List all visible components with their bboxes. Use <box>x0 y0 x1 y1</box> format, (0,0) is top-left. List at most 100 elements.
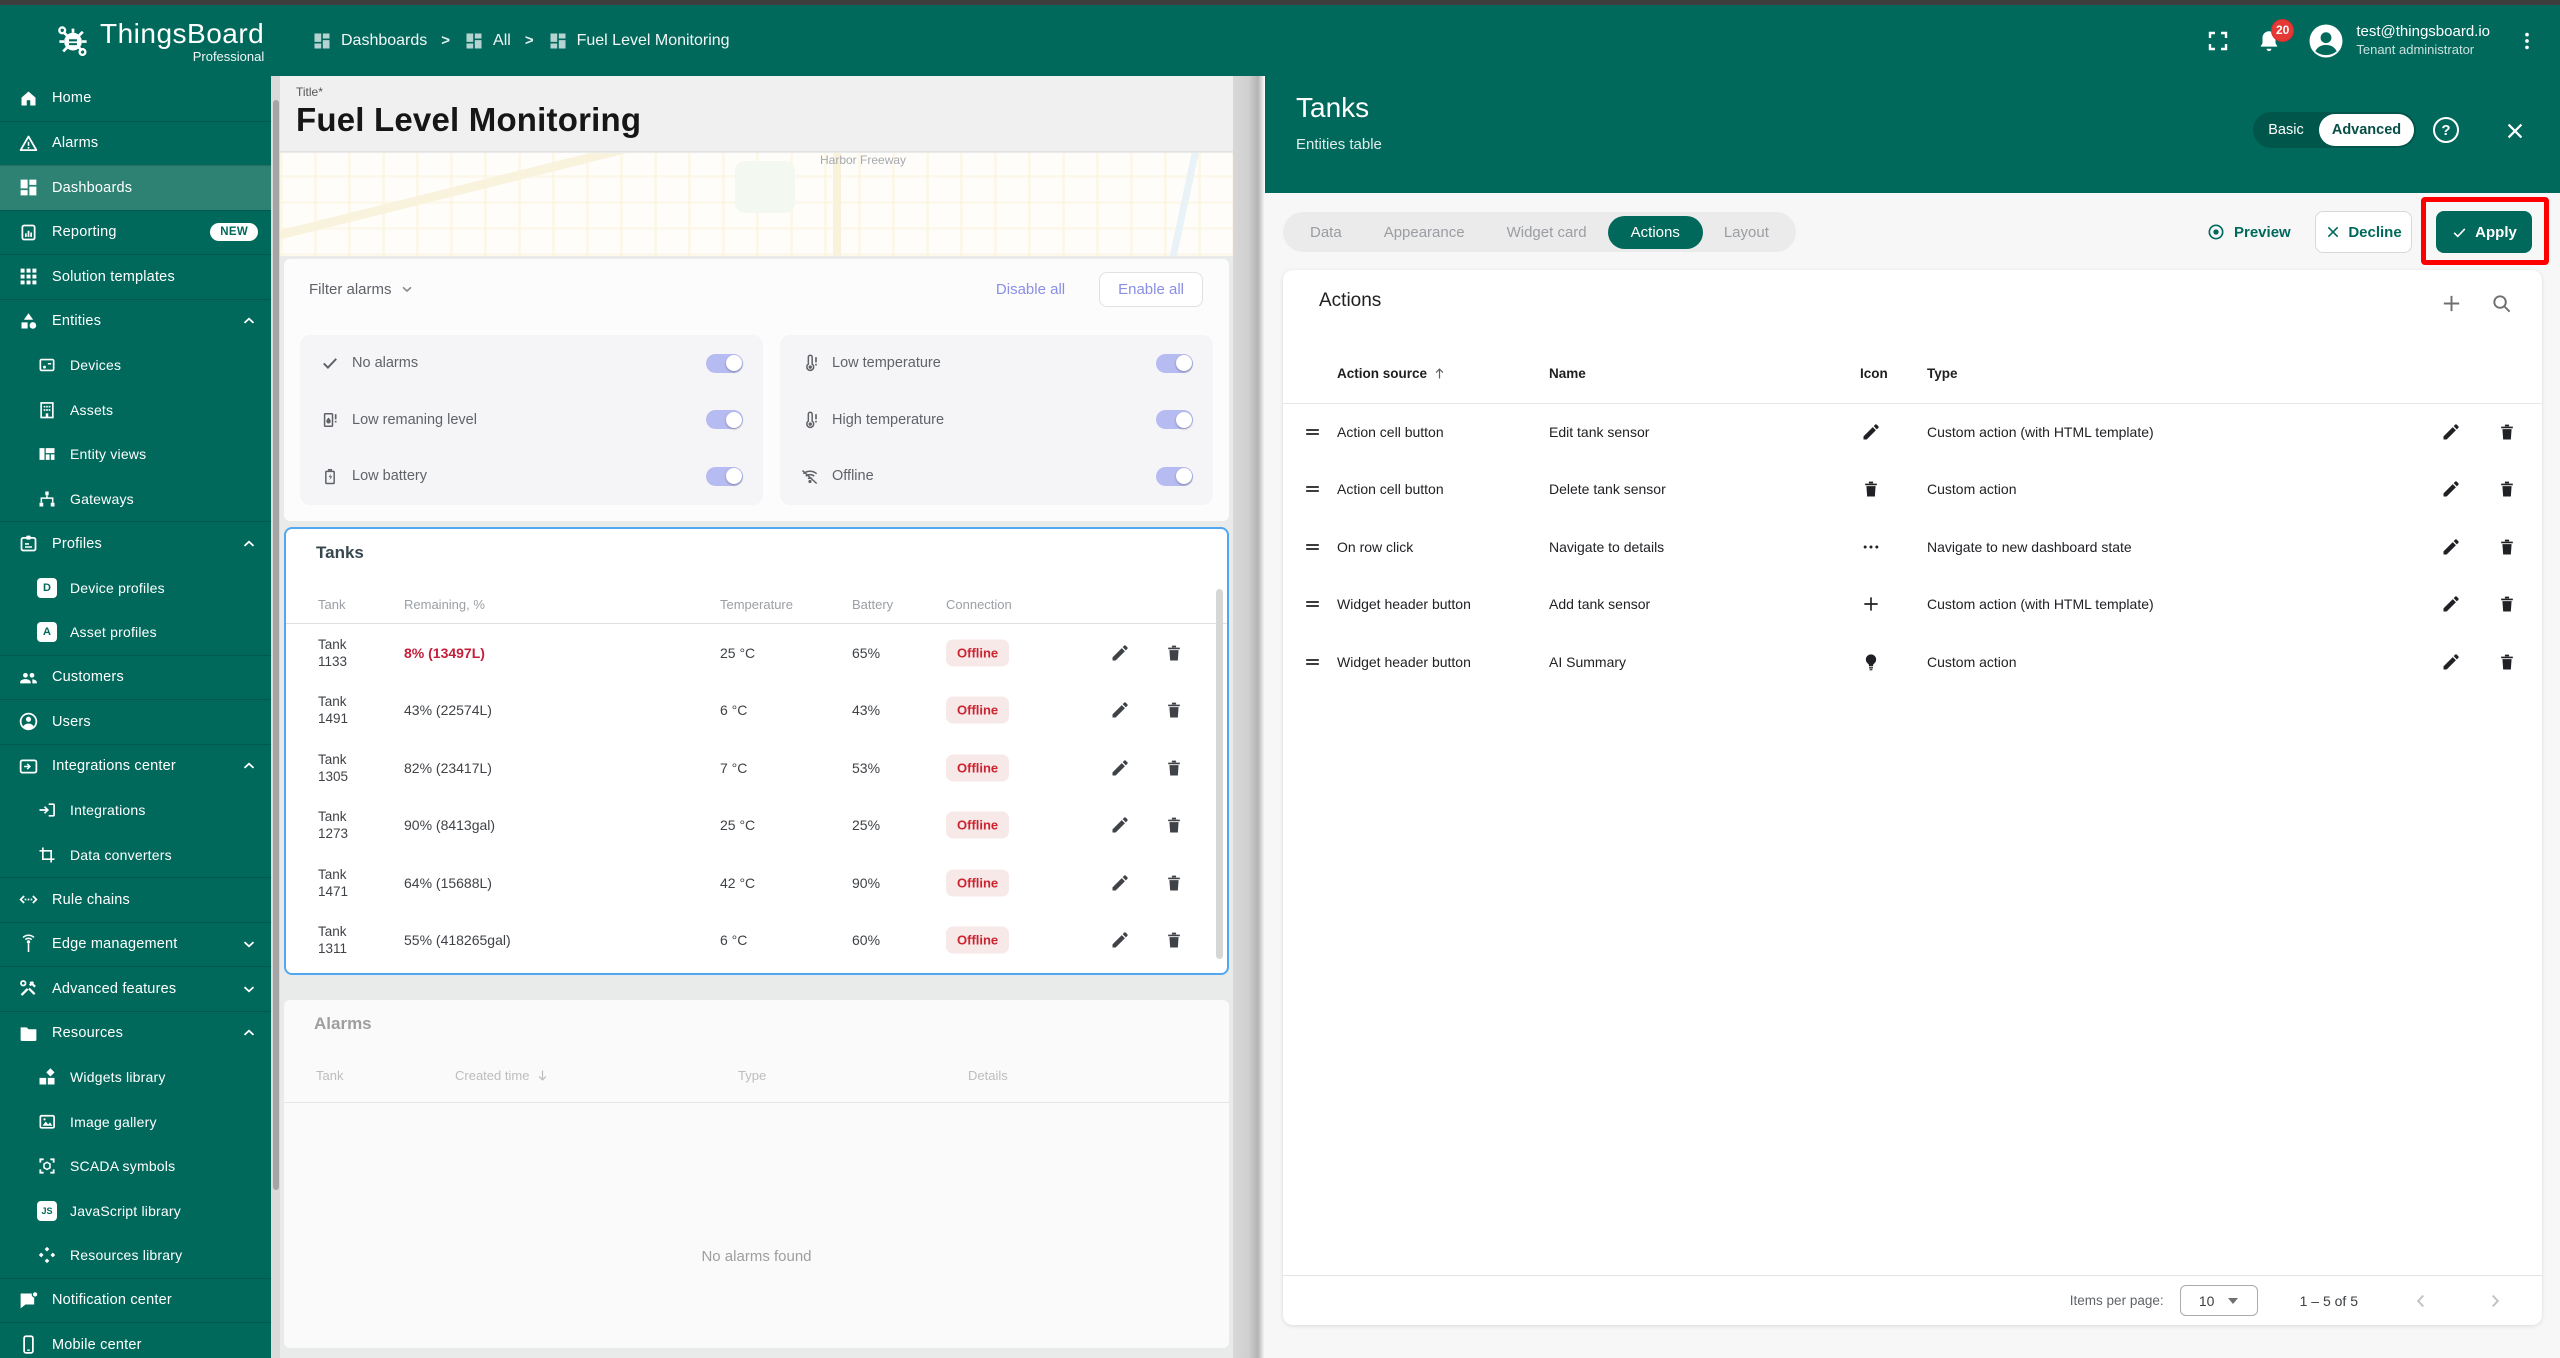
action-table-row[interactable]: Action cell button Edit tank sensor Cust… <box>1283 403 2542 461</box>
sidebar-item-integrations-center[interactable]: Integrations center <box>0 744 272 789</box>
column-header-type[interactable]: Type <box>1927 366 1958 381</box>
column-header-icon[interactable]: Icon <box>1860 366 1888 381</box>
sidebar-item-edge-management[interactable]: Edge management <box>0 922 272 967</box>
edit-row-button[interactable] <box>1110 700 1130 720</box>
sidebar-item-image-gallery[interactable]: Image gallery <box>0 1100 272 1145</box>
sidebar-item-solution-templates[interactable]: Solution templates <box>0 254 272 299</box>
sidebar-item-reporting[interactable]: ReportingNEW <box>0 210 272 255</box>
sidebar-item-mobile-center[interactable]: Mobile center <box>0 1322 272 1358</box>
action-table-row[interactable]: Action cell button Delete tank sensor Cu… <box>1283 461 2542 519</box>
sidebar-item-profiles[interactable]: Profiles <box>0 521 272 566</box>
sidebar-item-rule-chains[interactable]: Rule chains <box>0 877 272 922</box>
column-header-created-time[interactable]: Created time <box>455 1068 550 1083</box>
low-temperature-toggle[interactable] <box>1156 354 1193 373</box>
action-table-row[interactable]: On row click Navigate to details Navigat… <box>1283 518 2542 576</box>
next-page-button[interactable] <box>2484 1290 2506 1312</box>
sidebar-item-gateways[interactable]: Gateways <box>0 477 272 522</box>
sidebar-item-advanced-features[interactable]: Advanced features <box>0 966 272 1011</box>
column-header-temperature[interactable]: Temperature <box>720 597 793 612</box>
delete-row-button[interactable] <box>1164 873 1184 893</box>
edit-row-button[interactable] <box>1110 815 1130 835</box>
drag-handle-icon[interactable] <box>1303 480 1322 499</box>
tab-actions[interactable]: Actions <box>1608 216 1703 249</box>
drag-handle-icon[interactable] <box>1303 537 1322 556</box>
add-action-button[interactable] <box>2440 292 2463 315</box>
drag-handle-icon[interactable] <box>1303 595 1322 614</box>
delete-action-button[interactable] <box>2497 594 2517 614</box>
fullscreen-button[interactable] <box>2206 29 2230 53</box>
sidebar-item-device-profiles[interactable]: DDevice profiles <box>0 566 272 611</box>
more-options-button[interactable] <box>2516 30 2538 52</box>
action-table-row[interactable]: Widget header button AI Summary Custom a… <box>1283 633 2542 691</box>
edit-row-button[interactable] <box>1110 643 1130 663</box>
enable-all-button[interactable]: Enable all <box>1099 272 1203 307</box>
delete-action-button[interactable] <box>2497 652 2517 672</box>
edit-row-button[interactable] <box>1110 758 1130 778</box>
mode-basic-option[interactable]: Basic <box>2253 122 2319 138</box>
decline-button[interactable]: Decline <box>2315 211 2412 253</box>
page-size-select[interactable]: 10 <box>2180 1285 2258 1316</box>
tank-table-row[interactable]: Tank1471 64% (15688L) 42 °C 90% Offline <box>286 854 1227 912</box>
drag-handle-icon[interactable] <box>1303 652 1322 671</box>
delete-row-button[interactable] <box>1164 700 1184 720</box>
edit-action-button[interactable] <box>2441 537 2461 557</box>
column-header-name[interactable]: Name <box>1549 366 1586 381</box>
edit-row-button[interactable] <box>1110 930 1130 950</box>
breadcrumb-item-all[interactable]: All <box>464 31 511 51</box>
tab-appearance[interactable]: Appearance <box>1363 212 1486 252</box>
column-header-battery[interactable]: Battery <box>852 597 893 612</box>
tab-data[interactable]: Data <box>1289 212 1363 252</box>
column-header-remaining[interactable]: Remaining, % <box>404 597 485 612</box>
filter-alarms-dropdown[interactable]: Filter alarms <box>309 281 415 298</box>
drag-handle-icon[interactable] <box>1303 422 1322 441</box>
low-remaining-level-toggle[interactable] <box>706 410 743 429</box>
help-icon[interactable] <box>2433 117 2459 143</box>
apply-button[interactable]: Apply <box>2436 211 2532 253</box>
close-drawer-button[interactable] <box>2504 120 2526 142</box>
edit-action-button[interactable] <box>2441 479 2461 499</box>
breadcrumb-item-current-dashboard[interactable]: Fuel Level Monitoring <box>548 31 730 51</box>
sidebar-item-javascript-library[interactable]: JSJavaScript library <box>0 1189 272 1234</box>
sidebar-item-users[interactable]: Users <box>0 699 272 744</box>
user-menu[interactable]: test@thingsboard.io Tenant administrator <box>2308 23 2490 59</box>
column-header-details[interactable]: Details <box>968 1068 1008 1083</box>
column-header-tank[interactable]: Tank <box>316 1068 343 1083</box>
delete-action-button[interactable] <box>2497 537 2517 557</box>
search-actions-button[interactable] <box>2490 292 2513 315</box>
sidebar-item-resources-library[interactable]: Resources library <box>0 1233 272 1278</box>
delete-action-button[interactable] <box>2497 422 2517 442</box>
tank-table-row[interactable]: Tank1273 90% (8413gal) 25 °C 25% Offline <box>286 797 1227 855</box>
sidebar-item-resources[interactable]: Resources <box>0 1011 272 1056</box>
sidebar-item-customers[interactable]: Customers <box>0 655 272 700</box>
high-temperature-toggle[interactable] <box>1156 410 1193 429</box>
tab-widget-card[interactable]: Widget card <box>1486 212 1608 252</box>
delete-action-button[interactable] <box>2497 479 2517 499</box>
edit-row-button[interactable] <box>1110 873 1130 893</box>
sidebar-item-integrations[interactable]: Integrations <box>0 788 272 833</box>
tank-table-row[interactable]: Tank1305 82% (23417L) 7 °C 53% Offline <box>286 739 1227 797</box>
column-header-tank[interactable]: Tank <box>318 597 345 612</box>
tank-table-row[interactable]: Tank1133 8% (13497L) 25 °C 65% Offline <box>286 624 1227 682</box>
sidebar-item-home[interactable]: Home <box>0 76 272 121</box>
notifications-button[interactable]: 20 <box>2256 28 2282 54</box>
column-header-connection[interactable]: Connection <box>946 597 1012 612</box>
low-battery-toggle[interactable] <box>706 467 743 486</box>
sidebar-item-assets[interactable]: Assets <box>0 388 272 433</box>
tank-table-row[interactable]: Tank1491 43% (22574L) 6 °C 43% Offline <box>286 682 1227 740</box>
brand-logo[interactable]: ThingsBoard Professional <box>54 17 264 59</box>
dashboard-title-field[interactable]: Title* Fuel Level Monitoring <box>280 76 1233 152</box>
no-alarms-toggle[interactable] <box>706 354 743 373</box>
tanks-table-scrollbar[interactable] <box>1216 589 1223 959</box>
alarms-table-widget[interactable]: Alarms Tank Created time Type Details No… <box>284 1000 1229 1348</box>
edit-action-button[interactable] <box>2441 652 2461 672</box>
sidebar-item-data-converters[interactable]: Data converters <box>0 833 272 878</box>
offline-toggle[interactable] <box>1156 467 1193 486</box>
sidebar-item-notification-center[interactable]: Notification center <box>0 1278 272 1323</box>
sidebar-item-dashboards[interactable]: Dashboards <box>0 165 272 210</box>
edit-action-button[interactable] <box>2441 594 2461 614</box>
sidebar-item-scada-symbols[interactable]: SCADA symbols <box>0 1144 272 1189</box>
tank-table-row[interactable]: Tank1311 55% (418265gal) 6 °C 60% Offlin… <box>286 912 1227 970</box>
tanks-table-widget[interactable]: Tanks Tank Remaining, % Temperature Batt… <box>284 527 1229 975</box>
delete-row-button[interactable] <box>1164 815 1184 835</box>
preview-button[interactable]: Preview <box>2206 212 2291 252</box>
